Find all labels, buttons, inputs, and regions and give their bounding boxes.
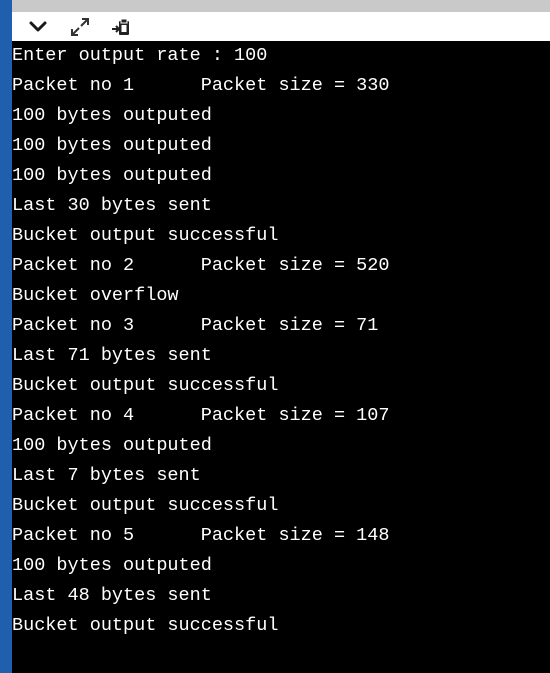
terminal-line: Bucket output successful [12,615,279,636]
terminal-line: Last 48 bytes sent [12,585,212,606]
terminal-line: 100 bytes outputed [12,165,212,186]
terminal-line: Bucket output successful [12,375,279,396]
terminal-line: Bucket output successful [12,495,279,516]
terminal-line: Enter output rate : 100 [12,45,268,66]
terminal-line: Packet no 1 Packet size = 330 [12,75,390,96]
terminal-line: Packet no 5 Packet size = 148 [12,525,390,546]
terminal-line: Last 71 bytes sent [12,345,212,366]
console-toolbar [12,12,550,41]
paste-button[interactable] [106,12,138,41]
chevron-down-icon [29,21,47,31]
terminal-line: Last 30 bytes sent [12,195,212,216]
terminal-line: Packet no 4 Packet size = 107 [12,405,390,426]
terminal-line: Packet no 3 Packet size = 71 [12,315,379,336]
expand-button[interactable] [64,12,96,41]
terminal-line: 100 bytes outputed [12,105,212,126]
expand-icon [71,17,89,36]
window-top-strip [0,0,550,12]
clipboard-paste-icon [112,18,129,35]
terminal-line: Bucket overflow [12,285,179,306]
console-window: Enter output rate : 100 Packet no 1 Packe… [0,0,550,673]
terminal-line: 100 bytes outputed [12,135,212,156]
left-accent-bar [0,0,12,673]
terminal-line: 100 bytes outputed [12,435,212,456]
terminal-line: Bucket output successful [12,225,279,246]
terminal-line: 100 bytes outputed [12,555,212,576]
terminal-output: Enter output rate : 100 Packet no 1 Packe… [12,41,550,673]
terminal-line: Last 7 bytes sent [12,465,201,486]
terminal-line: Packet no 2 Packet size = 520 [12,255,390,276]
collapse-button[interactable] [22,12,54,41]
